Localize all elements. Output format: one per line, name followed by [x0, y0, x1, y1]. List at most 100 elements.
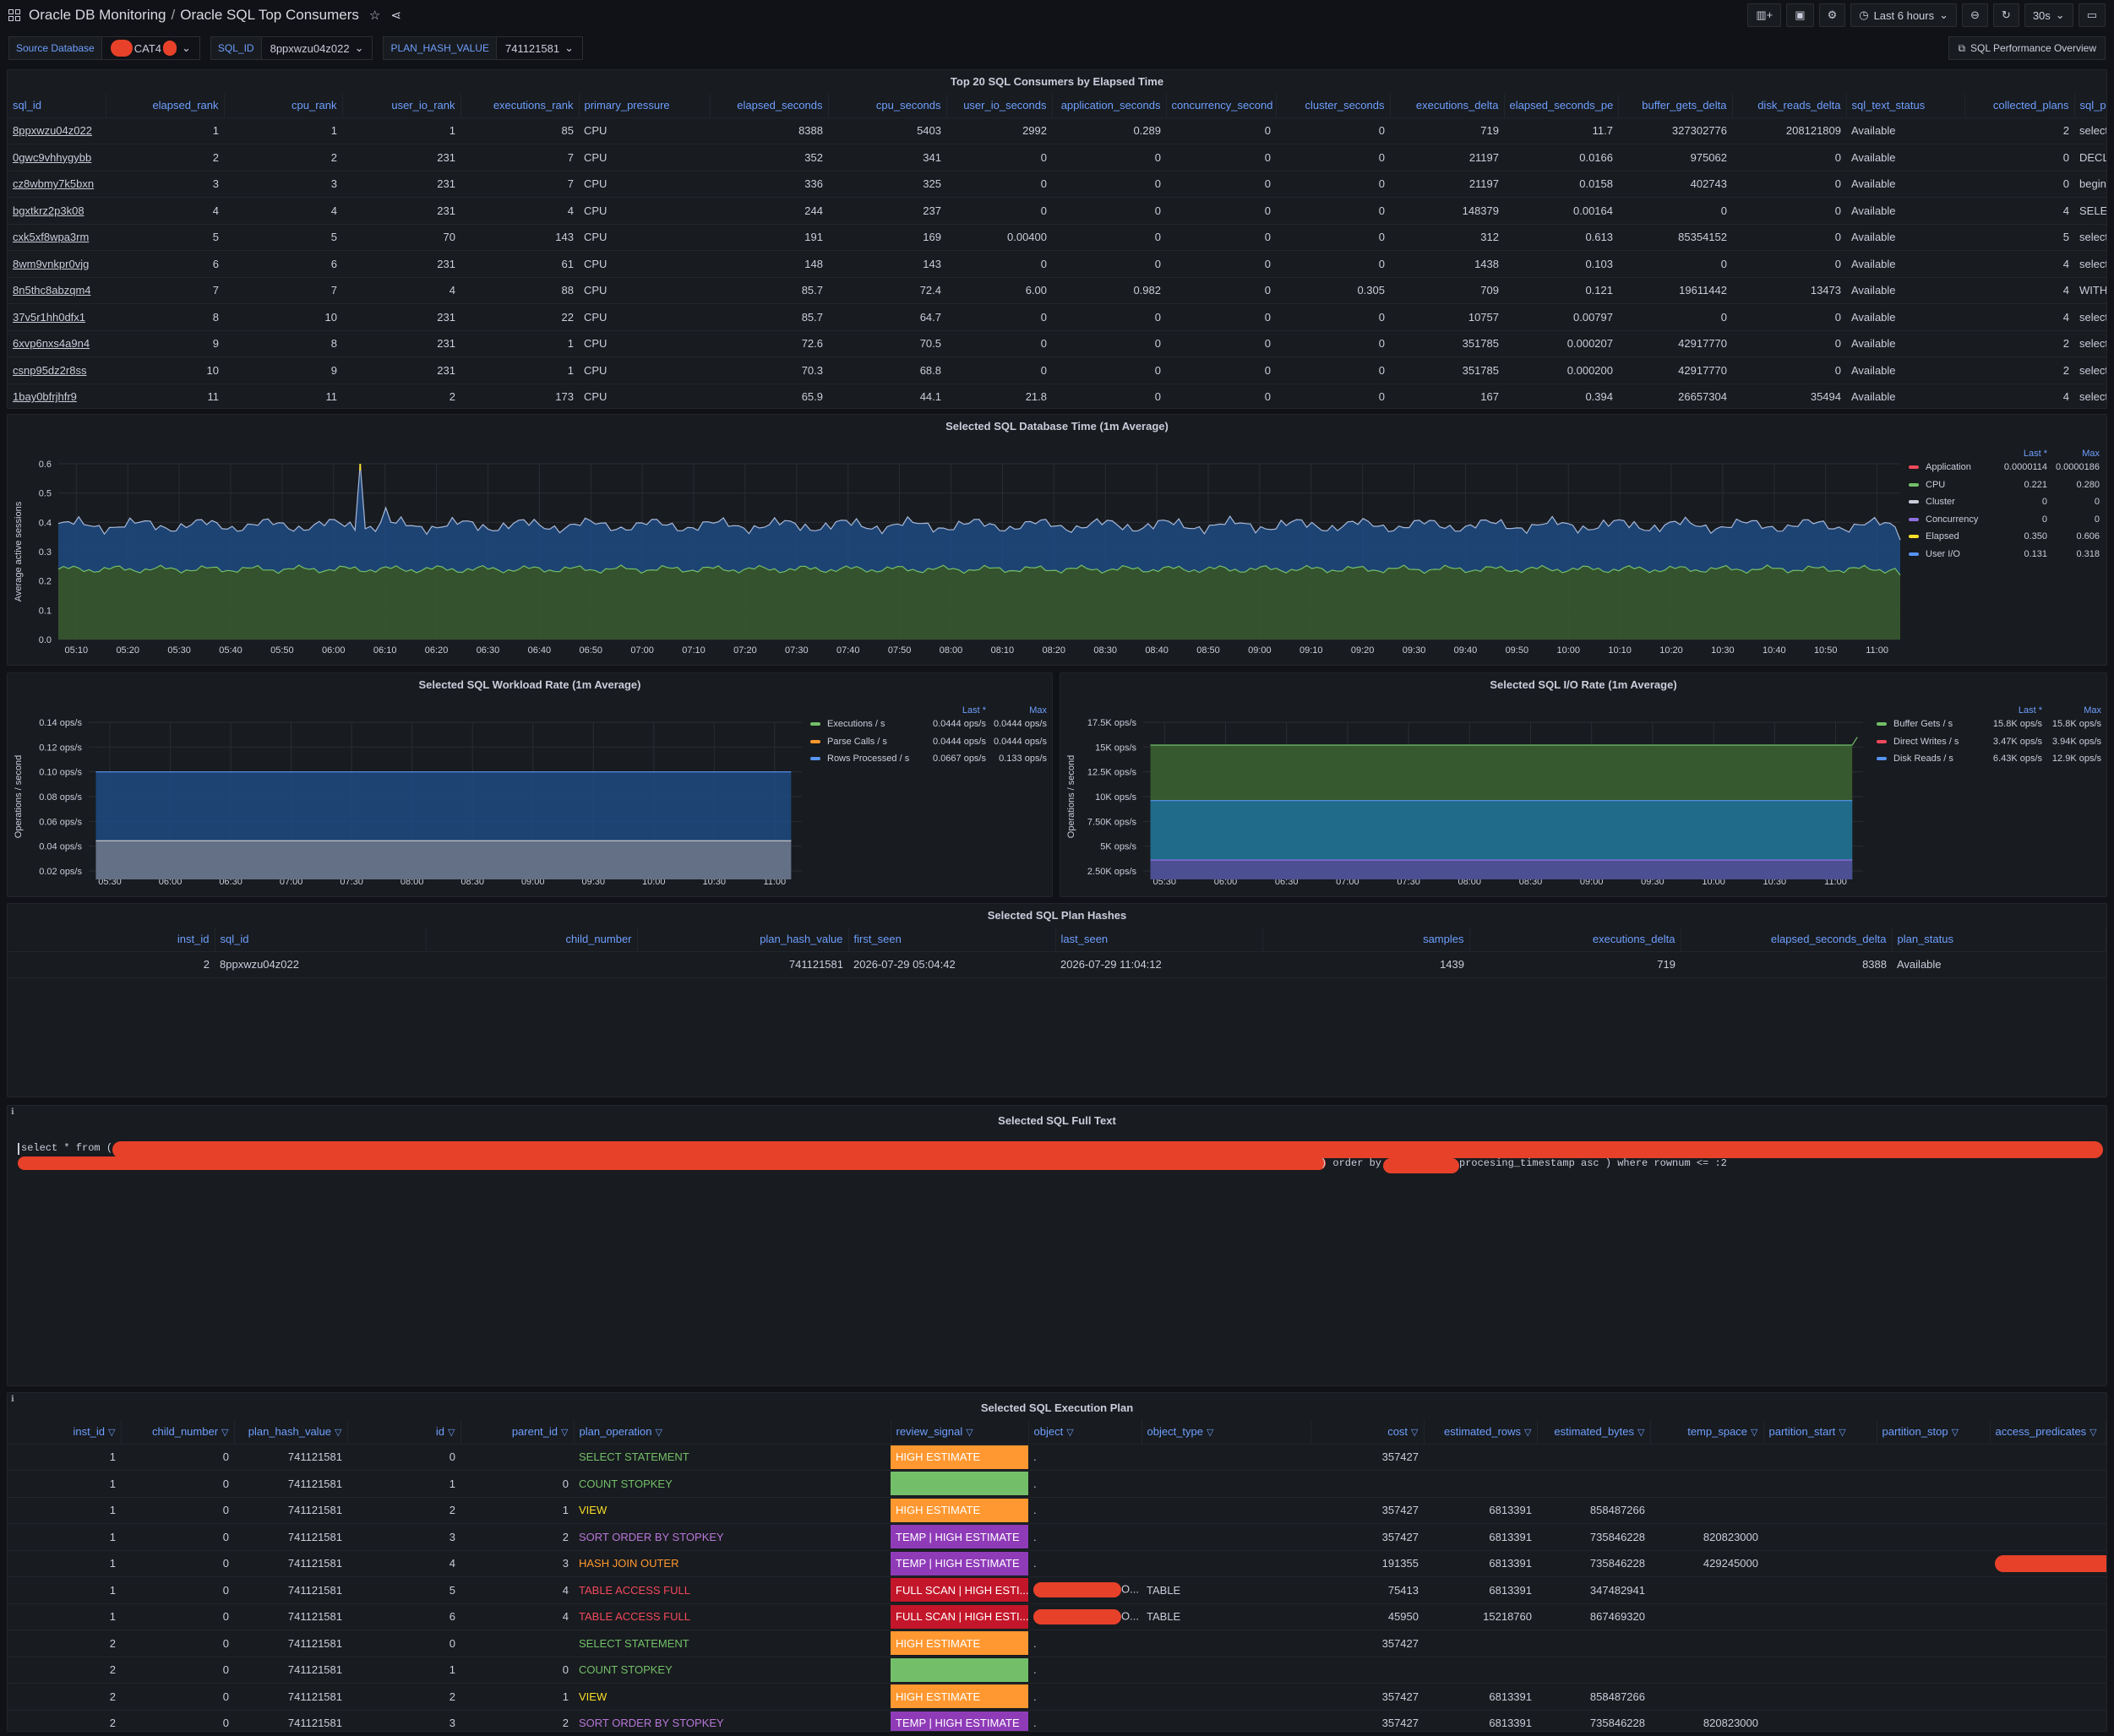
dashboards-grid-icon[interactable]: [8, 9, 20, 21]
column-header[interactable]: estimated_bytes ▽: [1537, 1420, 1651, 1445]
column-header[interactable]: samples: [1262, 928, 1470, 952]
filter-icon[interactable]: ▽: [1411, 1428, 1418, 1438]
filter-icon[interactable]: ▽: [1207, 1428, 1213, 1438]
column-header[interactable]: object_type ▽: [1141, 1420, 1311, 1445]
sql-id-link[interactable]: bgxtkrz2p3k08: [8, 197, 106, 225]
legend-header-last[interactable]: Last *: [1997, 449, 2047, 459]
table-row[interactable]: 2 0 741121581 1 0 COUNT STOPKEY.: [8, 1657, 2106, 1684]
table-row[interactable]: 2 0 741121581 3 2 SORT ORDER BY STOPKEY TEMP |…: [8, 1710, 2106, 1731]
table-row[interactable]: cxk5xf8wpa3rm 5 5 70 143 CPU 191 169 0.00400 0 0 0 3…: [8, 224, 2106, 251]
legend-item[interactable]: Buffer Gets / s 15.8K ops/s 15.8K ops/s: [1877, 716, 2101, 733]
legend-header-max[interactable]: Max: [2047, 449, 2100, 459]
filter-icon[interactable]: ▽: [1839, 1428, 1845, 1438]
column-header[interactable]: inst_id: [8, 928, 215, 952]
legend-item[interactable]: Disk Reads / s 6.43K ops/s 12.9K ops/s: [1877, 750, 2101, 768]
filter-icon[interactable]: ▽: [1066, 1428, 1073, 1438]
table-row[interactable]: 2 0 741121581 0 SELECT STATEMENT HIGH ESTIMAT…: [8, 1630, 2106, 1657]
filter-icon[interactable]: ▽: [1524, 1428, 1531, 1438]
table-row[interactable]: 0gwc9vhhygybb 2 2 231 7 CPU 352 341 0 0 0 0 21197 0.0…: [8, 144, 2106, 171]
column-header[interactable]: sql_id: [8, 94, 106, 118]
table-row[interactable]: 37v5r1hh0dfx1 8 10 231 22 CPU 85.7 64.7 0 0 0 0 1075…: [8, 303, 2106, 331]
column-header[interactable]: child_number ▽: [121, 1420, 235, 1445]
legend-item[interactable]: Rows Processed / s 0.0667 ops/s 0.133 ops/…: [810, 750, 1047, 768]
column-header[interactable]: disk_reads_delta: [1732, 94, 1847, 118]
legend-item[interactable]: Direct Writes / s 3.47K ops/s 3.94K ops/s: [1877, 733, 2101, 751]
column-header[interactable]: access_predicates ▽: [1990, 1420, 2106, 1445]
table-row[interactable]: 1bay0bfrjhfr9 11 11 2 173 CPU 65.9 44.1 21.8 0 0 0 1…: [8, 384, 2106, 408]
column-header[interactable]: sql_previ: [2074, 94, 2106, 118]
info-icon[interactable]: ℹ: [11, 1395, 14, 1404]
table-row[interactable]: 1 0 741121581 6 4 TABLE ACCESS FULL FULL SCAN …: [8, 1603, 2106, 1630]
filter-icon[interactable]: ▽: [1751, 1428, 1757, 1438]
filter-icon[interactable]: ▽: [561, 1428, 568, 1438]
table-row[interactable]: 8ppxwzu04z022 1 1 1 85 CPU 8388 5403 2992 0.289 0 0…: [8, 117, 2106, 144]
column-header[interactable]: concurrency_second: [1166, 94, 1277, 118]
column-header[interactable]: plan_hash_value: [637, 928, 849, 952]
save-button[interactable]: ▣: [1786, 3, 1814, 27]
sql-id-link[interactable]: 6xvp6nxs4a9n4: [8, 330, 106, 357]
filter-icon[interactable]: ▽: [221, 1428, 228, 1438]
column-header[interactable]: first_seen: [848, 928, 1056, 952]
table-row[interactable]: 2 0 741121581 2 1 VIEW HIGH ESTIMATE. 357427 681…: [8, 1683, 2106, 1711]
info-icon[interactable]: ℹ: [11, 1107, 14, 1117]
table-row[interactable]: 8n5thc8abzqm4 7 7 4 88 CPU 85.7 72.4 6.00 0.982 0 0…: [8, 277, 2106, 304]
table-row[interactable]: bgxtkrz2p3k08 4 4 231 4 CPU 244 237 0 0 0 0 148379 0.…: [8, 197, 2106, 225]
star-icon[interactable]: ☆: [369, 8, 380, 23]
table-row[interactable]: 8wm9vnkpr0vjg 6 6 231 61 CPU 148 143 0 0 0 0 1438 0.1…: [8, 250, 2106, 278]
legend-item[interactable]: User I/O 0.131 0.318: [1909, 546, 2100, 563]
column-header[interactable]: plan_status: [1892, 928, 2106, 952]
column-header[interactable]: elapsed_seconds_pe: [1504, 94, 1619, 118]
column-header[interactable]: user_io_rank: [342, 94, 461, 118]
legend-item[interactable]: Elapsed 0.350 0.606: [1909, 528, 2100, 546]
io-rate-chart[interactable]: 17.5K ops/s 15K ops/s 12.5K ops/s 10K ops/s…: [1060, 697, 1872, 896]
column-header[interactable]: estimated_rows ▽: [1424, 1420, 1538, 1445]
column-header[interactable]: elapsed_seconds: [710, 94, 829, 118]
table-row[interactable]: 2 8ppxwzu04z022 741121581 2026-07-29 05:04:…: [8, 951, 2106, 978]
filter-icon[interactable]: ▽: [2089, 1428, 2096, 1438]
filter-icon[interactable]: ▽: [335, 1428, 341, 1438]
column-header[interactable]: inst_id ▽: [8, 1420, 122, 1445]
sql-id-link[interactable]: csnp95dz2r8ss: [8, 356, 106, 384]
column-header[interactable]: elapsed_rank: [106, 94, 225, 118]
sql-performance-overview-link[interactable]: ⧉ SQL Performance Overview: [1948, 36, 2106, 60]
column-header[interactable]: object ▽: [1028, 1420, 1142, 1445]
column-header[interactable]: partition_start ▽: [1763, 1420, 1877, 1445]
column-header[interactable]: cpu_seconds: [828, 94, 947, 118]
legend-header-max[interactable]: Max: [2042, 705, 2101, 716]
column-header[interactable]: partition_stop ▽: [1877, 1420, 1991, 1445]
sql-id-link[interactable]: 8wm9vnkpr0vjg: [8, 250, 106, 278]
legend-header-last[interactable]: Last *: [1980, 705, 2042, 716]
share-icon[interactable]: ⋖: [390, 8, 401, 23]
column-header[interactable]: cost ▽: [1310, 1420, 1425, 1445]
table-row[interactable]: 1 0 741121581 4 3 HASH JOIN OUTER TEMP | HIGH …: [8, 1550, 2106, 1577]
table-row[interactable]: 1 0 741121581 2 1 VIEW HIGH ESTIMATE. 357427 681…: [8, 1497, 2106, 1524]
legend-header-last[interactable]: Last *: [927, 705, 986, 716]
column-header[interactable]: cluster_seconds: [1276, 94, 1391, 118]
sql-id-link[interactable]: 37v5r1hh0dfx1: [8, 303, 106, 331]
column-header[interactable]: temp_space ▽: [1650, 1420, 1764, 1445]
column-header[interactable]: user_io_seconds: [946, 94, 1053, 118]
legend-item[interactable]: Executions / s 0.0444 ops/s 0.0444 ops/s: [810, 716, 1047, 733]
workload-chart[interactable]: 0.14 ops/s 0.12 ops/s 0.10 ops/s 0.08 ops/s…: [8, 697, 810, 896]
source-database-select[interactable]: CAT4 ⌄: [101, 36, 200, 60]
column-header[interactable]: collected_plans: [1964, 94, 2075, 118]
legend-item[interactable]: Concurrency 0 0: [1909, 511, 2100, 529]
column-header[interactable]: application_seconds: [1052, 94, 1167, 118]
sql-id-link[interactable]: cz8wbmy7k5bxn: [8, 171, 106, 198]
table-row[interactable]: 6xvp6nxs4a9n4 9 8 231 1 CPU 72.6 70.5 0 0 0 0 351785…: [8, 330, 2106, 357]
refresh-button[interactable]: ↻: [1992, 3, 2019, 27]
sql-id-link[interactable]: cxk5xf8wpa3rm: [8, 224, 106, 251]
column-header[interactable]: plan_operation ▽: [574, 1420, 891, 1445]
refresh-interval-picker[interactable]: 30s ⌄: [2024, 3, 2073, 27]
filter-icon[interactable]: ▽: [656, 1428, 662, 1438]
filter-icon[interactable]: ▽: [108, 1428, 115, 1438]
plan-hash-select[interactable]: 741121581 ⌄: [496, 36, 583, 60]
column-header[interactable]: executions_rank: [460, 94, 580, 118]
sql-id-select[interactable]: 8ppxwzu04z022 ⌄: [261, 36, 373, 60]
filter-icon[interactable]: ▽: [1637, 1428, 1644, 1438]
column-header[interactable]: last_seen: [1055, 928, 1263, 952]
filter-icon[interactable]: ▽: [966, 1428, 973, 1438]
column-header[interactable]: elapsed_seconds_delta: [1681, 928, 1893, 952]
legend-item[interactable]: Application 0.0000114 0.0000186: [1909, 459, 2100, 476]
column-header[interactable]: parent_id ▽: [460, 1420, 575, 1445]
